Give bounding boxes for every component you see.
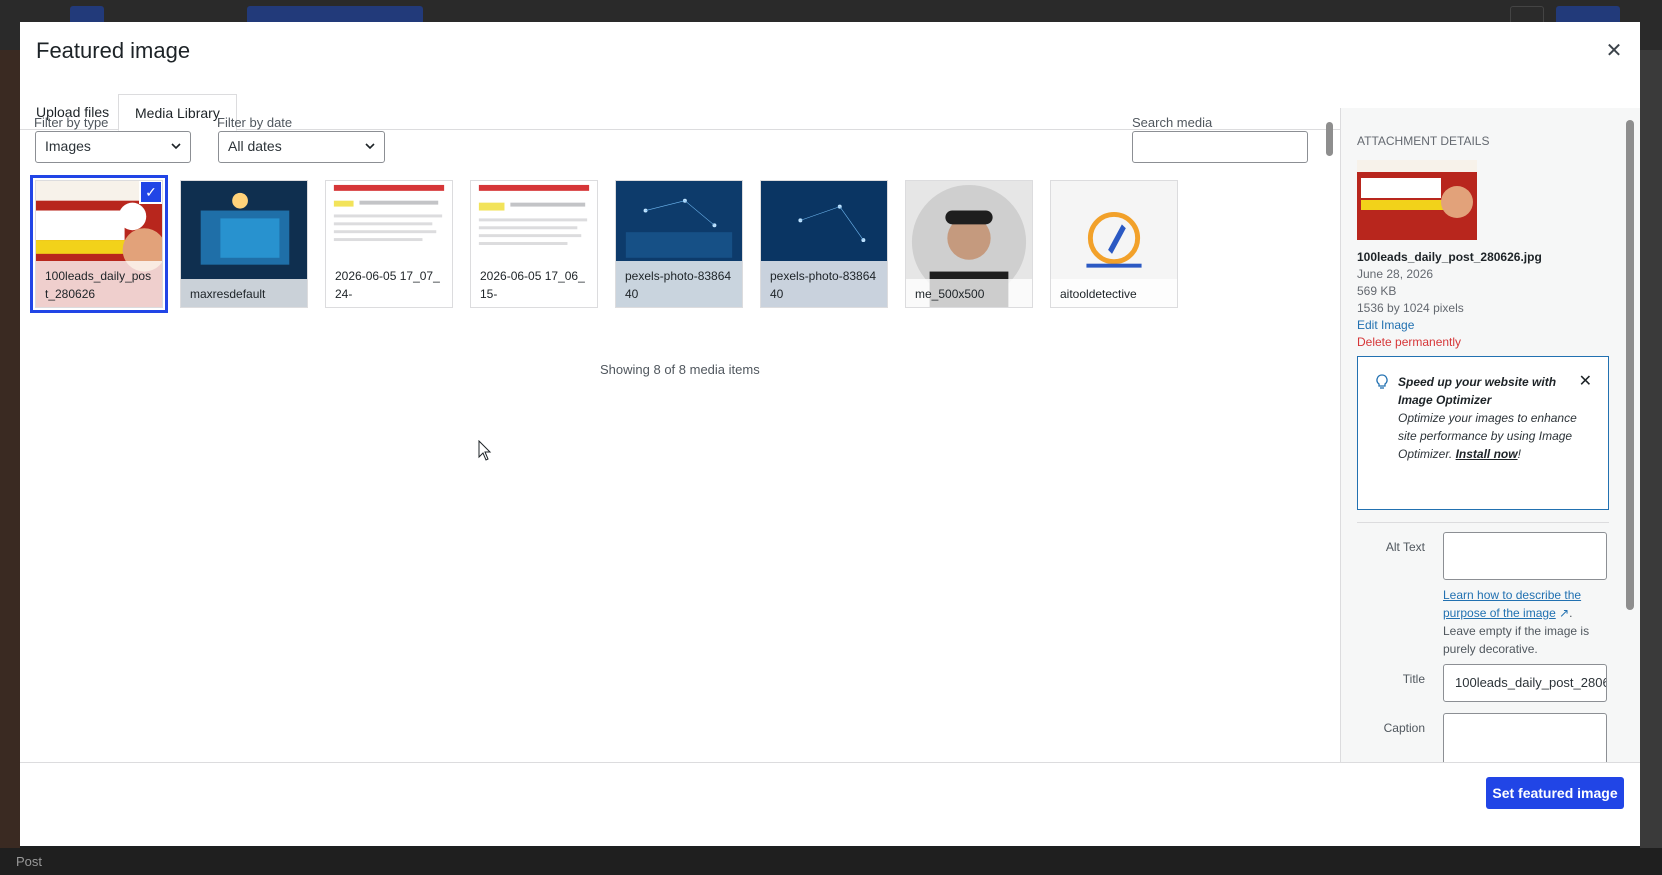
filter-date-select[interactable]: All dates <box>218 131 385 163</box>
attachment-filename: 2026-06-05 17_06_15- <box>471 261 597 307</box>
attachment-tile[interactable]: 2026-06-05 17_06_15- <box>470 180 598 308</box>
editor-footer: Post <box>0 848 1662 875</box>
attachment-filename: 2026-06-05 17_07_24- <box>326 261 452 307</box>
notice-title: Speed up your website with Image Optimiz… <box>1398 375 1557 407</box>
featured-image-modal: Featured image ✕ Upload files Media Libr… <box>20 22 1640 846</box>
attachment-tile[interactable]: me_500x500 <box>905 180 1033 308</box>
filter-type-label: Filter by type <box>34 115 109 130</box>
editor-canvas-right <box>1640 50 1662 850</box>
editor-canvas-left <box>0 50 20 850</box>
attachment-file-size: 569 KB <box>1357 284 1397 298</box>
caption-label: Caption <box>1383 721 1425 735</box>
chevron-down-icon <box>365 143 375 150</box>
attachment-filename: me_500x500 <box>906 279 1032 307</box>
lightbulb-icon <box>1376 374 1388 389</box>
attachment-details-panel: ATTACHMENT DETAILS 100leads_daily_post_2… <box>1340 108 1640 788</box>
chevron-down-icon <box>171 143 181 150</box>
search-input[interactable] <box>1132 131 1308 163</box>
attachment-tile[interactable]: aitooldetective <box>1050 180 1178 308</box>
filter-type-value: Images <box>45 138 91 154</box>
delete-permanently-link[interactable]: Delete permanently <box>1357 335 1461 349</box>
install-now-link[interactable]: Install now <box>1456 447 1518 461</box>
attachment-filename: pexels-photo-8386440 <box>616 261 742 307</box>
title-label: Title <box>1402 672 1425 686</box>
alt-text-help-note: Leave empty if the image is purely decor… <box>1443 624 1590 656</box>
attachment-filename: maxresdefault <box>181 279 307 307</box>
details-scrollbar-thumb[interactable] <box>1626 120 1634 610</box>
close-icon[interactable]: ✕ <box>1602 38 1626 63</box>
attachment-preview-thumbnail <box>1357 160 1477 240</box>
alt-text-field[interactable] <box>1443 532 1607 580</box>
attachment-tile[interactable]: pexels-photo-8386440 <box>615 180 743 308</box>
attachment-tile[interactable]: 2026-06-05 17_07_24- <box>325 180 453 308</box>
external-link-icon: ↗ <box>1559 606 1570 620</box>
attachment-filename: aitooldetective <box>1051 279 1177 307</box>
title-field[interactable]: 100leads_daily_post_280626 <box>1443 664 1607 702</box>
section-divider <box>1357 522 1609 523</box>
edit-image-link[interactable]: Edit Image <box>1357 318 1414 332</box>
attachment-tile[interactable]: maxresdefault <box>180 180 308 308</box>
mouse-cursor-icon <box>478 440 492 461</box>
alt-text-help: Learn how to describe the purpose of the… <box>1443 586 1613 658</box>
notice-body: Optimize your images to enhance site per… <box>1398 411 1577 461</box>
check-icon[interactable]: ✓ <box>139 181 162 204</box>
image-optimizer-notice: ✕ Speed up your website with Image Optim… <box>1357 356 1609 510</box>
attachment-dimensions: 1536 by 1024 pixels <box>1357 301 1464 315</box>
attachment-filename-detail: 100leads_daily_post_280626.jpg <box>1357 250 1542 264</box>
modal-title: Featured image <box>36 38 191 63</box>
filter-type-select[interactable]: Images <box>35 131 191 163</box>
modal-footer: Set featured image <box>20 762 1640 846</box>
content-scrollbar[interactable] <box>1324 108 1334 178</box>
editor-status-label: Post <box>16 854 43 869</box>
attachment-date: June 28, 2026 <box>1357 267 1434 281</box>
set-featured-image-button[interactable]: Set featured image <box>1486 777 1624 809</box>
attachment-filename: pexels-photo-8386440 <box>761 261 887 307</box>
filter-date-value: All dates <box>228 138 282 154</box>
attachment-tile[interactable]: pexels-photo-8386440 <box>760 180 888 308</box>
alt-text-label: Alt Text <box>1385 540 1425 554</box>
media-count-status: Showing 8 of 8 media items <box>600 362 760 377</box>
details-scrollbar[interactable] <box>1624 106 1636 776</box>
attachment-tile[interactable]: 100leads_daily_post_280626 ✓ <box>30 175 168 313</box>
attachment-filename: 100leads_daily_post_280626 <box>36 261 162 307</box>
attachment-details-heading: ATTACHMENT DETAILS <box>1357 134 1490 148</box>
search-label: Search media <box>1132 115 1213 130</box>
scrollbar-thumb[interactable] <box>1326 122 1333 156</box>
filter-date-label: Filter by date <box>217 115 293 130</box>
